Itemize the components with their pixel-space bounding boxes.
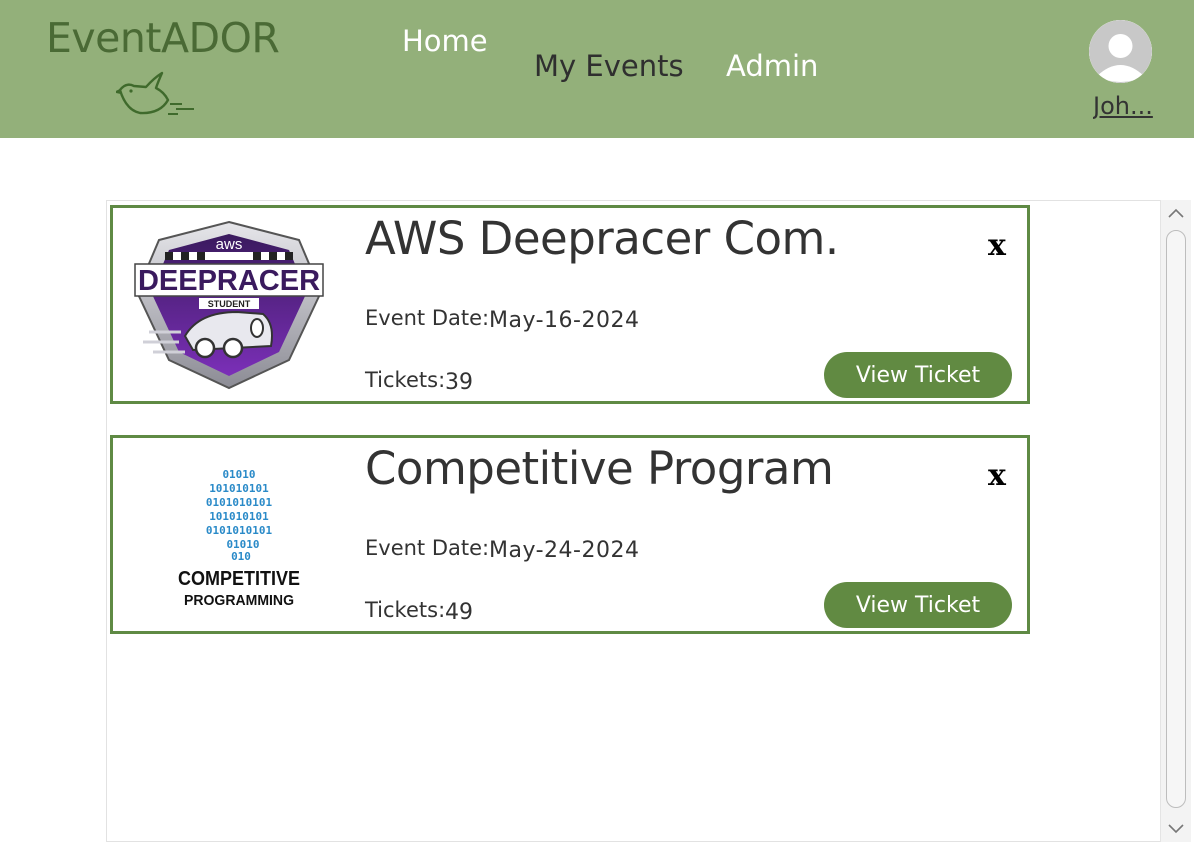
view-ticket-button[interactable]: View Ticket (824, 352, 1012, 398)
svg-text:PROGRAMMING: PROGRAMMING (184, 592, 294, 609)
tickets-value: 39 (445, 370, 473, 395)
event-card: aws DEEPRACER STUDENT AWS Deepracer Com.… (110, 205, 1030, 404)
remove-event-icon[interactable]: x (988, 458, 1006, 493)
competitive-programming-logo: 01010 101010101 0101010101 101010101 010… (178, 468, 300, 609)
svg-text:STUDENT: STUDENT (208, 299, 251, 309)
nav-home[interactable]: Home (402, 24, 488, 58)
aws-deepracer-student-logo: aws DEEPRACER STUDENT (134, 220, 324, 390)
svg-text:DEEPRACER: DEEPRACER (138, 265, 320, 297)
event-card: 01010 101010101 0101010101 101010101 010… (110, 435, 1030, 634)
svg-text:aws: aws (216, 236, 243, 253)
nav-my-events[interactable]: My Events (534, 49, 684, 83)
event-date-label: Event Date: (365, 306, 490, 330)
event-date-value: May-24-2024 (489, 538, 640, 563)
vertical-scrollbar[interactable] (1160, 200, 1191, 842)
event-date-value: May-16-2024 (489, 308, 640, 333)
remove-event-icon[interactable]: x (988, 228, 1006, 263)
svg-text:01010: 01010 (222, 468, 255, 481)
tickets-label: Tickets: (365, 598, 446, 622)
flying-bird-icon (116, 71, 194, 115)
scrollbar-thumb[interactable] (1166, 230, 1186, 808)
nav-admin[interactable]: Admin (726, 49, 818, 83)
svg-text:101010101: 101010101 (209, 482, 269, 495)
event-title: AWS Deepracer Com... (365, 212, 835, 265)
brand-name[interactable]: EventADOR (46, 14, 280, 62)
view-ticket-button[interactable]: View Ticket (824, 582, 1012, 628)
scroll-down-arrow-icon[interactable] (1161, 816, 1191, 842)
svg-text:101010101: 101010101 (209, 510, 269, 523)
svg-text:COMPETITIVE: COMPETITIVE (178, 568, 300, 590)
tickets-value: 49 (445, 600, 473, 625)
user-avatar-icon[interactable] (1089, 20, 1152, 83)
event-date-label: Event Date: (365, 536, 490, 560)
svg-text:0101010101: 0101010101 (206, 524, 273, 537)
scroll-up-arrow-icon[interactable] (1161, 200, 1191, 226)
event-title: Competitive Program... (365, 442, 835, 495)
tickets-label: Tickets: (365, 368, 446, 392)
user-name-link[interactable]: Joh... (1093, 92, 1155, 120)
top-nav-bar: EventADOR Home My Events Admin Joh... (0, 0, 1194, 138)
svg-text:0101010101: 0101010101 (206, 496, 273, 509)
svg-text:010: 010 (231, 550, 251, 563)
